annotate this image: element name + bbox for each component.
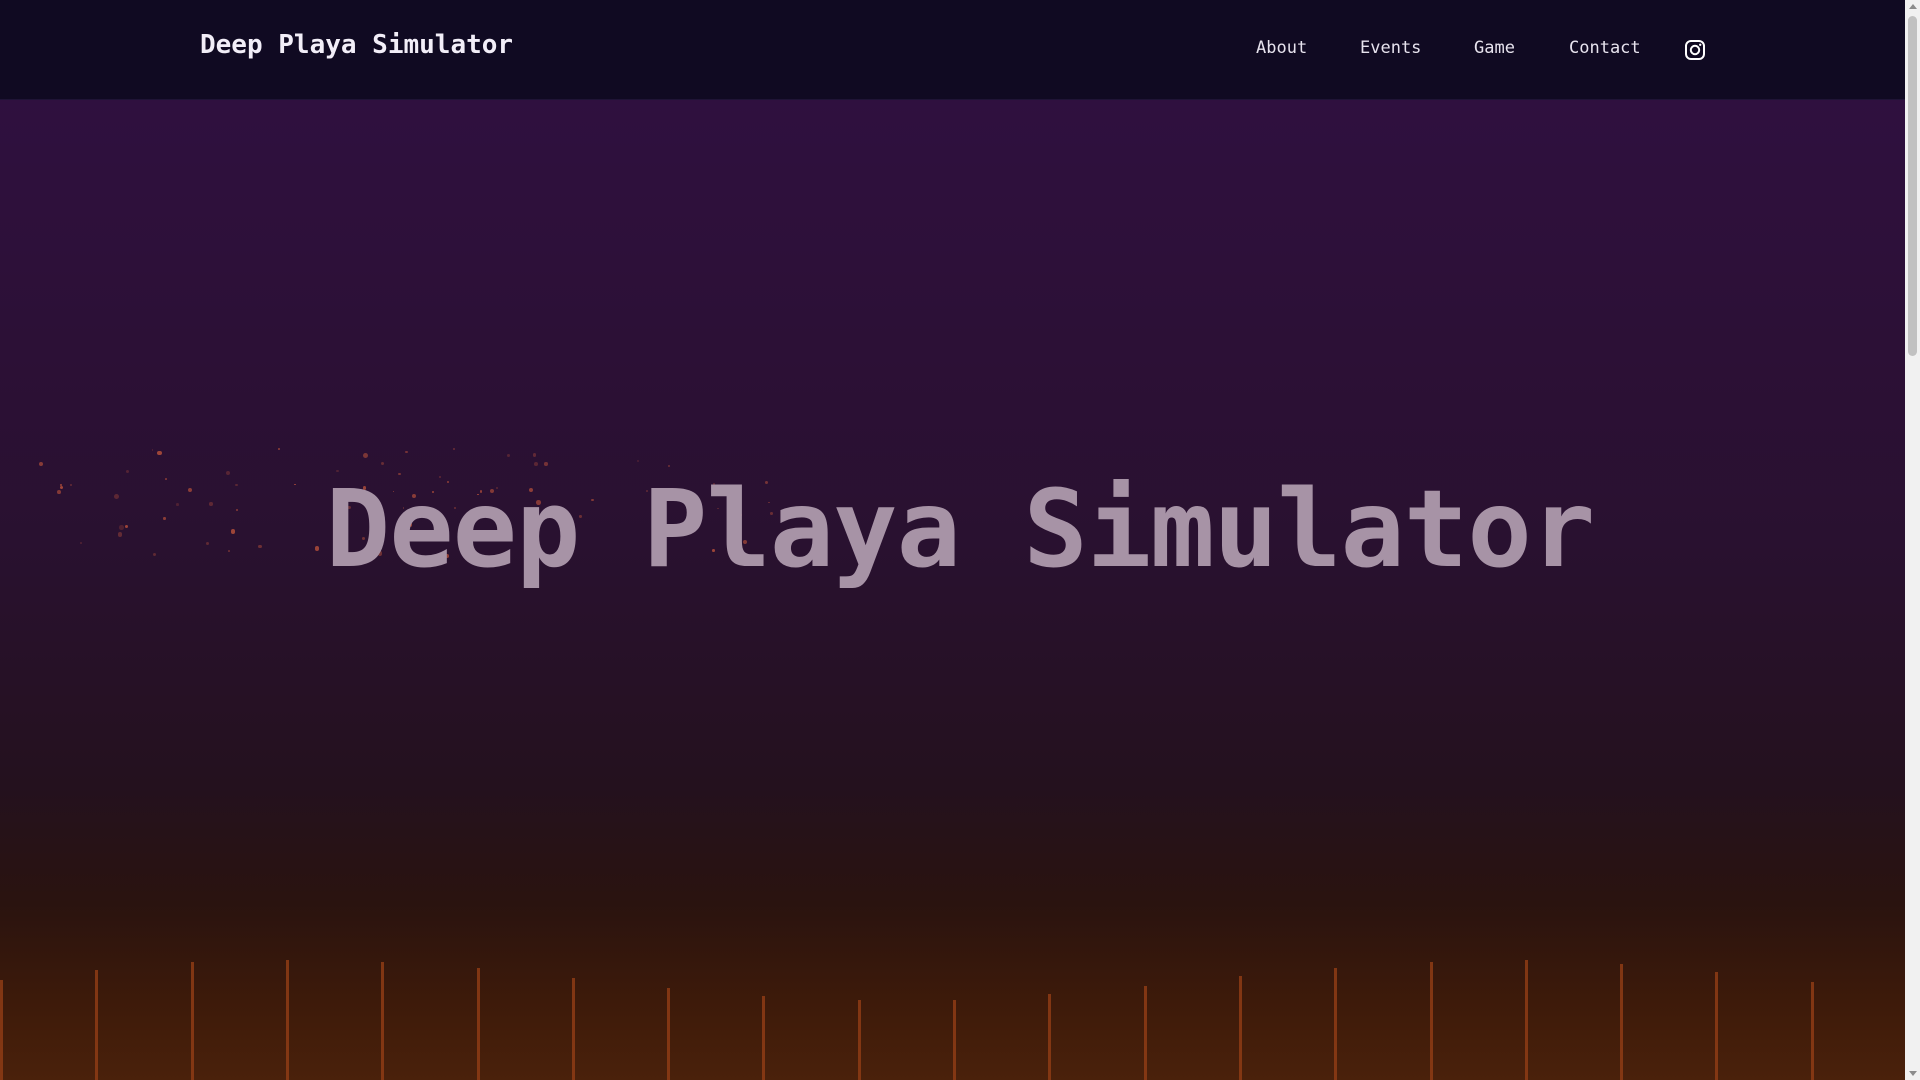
- scroll-up-arrow-icon[interactable]: [1909, 4, 1917, 9]
- light-bar: [0, 980, 3, 1080]
- vertical-scrollbar[interactable]: [1905, 0, 1920, 1080]
- nav-link-events[interactable]: Events: [1360, 38, 1421, 58]
- light-bar: [95, 970, 99, 1080]
- light-bar: [953, 1000, 956, 1080]
- nav-link-contact[interactable]: Contact: [1569, 38, 1641, 58]
- hero-title: Deep Playa Simulator: [325, 468, 1595, 592]
- hero-section: Deep Playa Simulator: [0, 100, 1905, 1080]
- light-bar: [667, 988, 671, 1080]
- light-bar: [1048, 994, 1052, 1080]
- light-bar: [285, 960, 289, 1080]
- light-bar: [1715, 972, 1719, 1080]
- nav-link-about[interactable]: About: [1256, 38, 1307, 58]
- light-bar: [857, 1000, 861, 1080]
- instagram-icon[interactable]: [1684, 39, 1706, 61]
- light-bar: [381, 962, 385, 1080]
- light-bar: [571, 978, 575, 1080]
- light-bar: [1429, 962, 1433, 1080]
- light-bar: [1524, 960, 1528, 1080]
- light-bar: [1620, 964, 1624, 1080]
- scroll-down-arrow-icon[interactable]: [1909, 1071, 1917, 1076]
- scroll-thumb[interactable]: [1908, 16, 1917, 356]
- light-bar: [1143, 986, 1147, 1080]
- site-header: Deep Playa Simulator About Events Game C…: [0, 0, 1905, 100]
- light-bar: [1810, 982, 1814, 1080]
- light-bar: [1334, 968, 1338, 1080]
- light-bar: [190, 962, 194, 1080]
- main-nav: About Events Game Contact: [0, 38, 1905, 62]
- light-bar: [476, 968, 480, 1080]
- page: Deep Playa Simulator About Events Game C…: [0, 0, 1920, 1080]
- nav-link-game[interactable]: Game: [1474, 38, 1515, 58]
- light-bar: [762, 996, 766, 1080]
- light-bar: [1238, 976, 1242, 1080]
